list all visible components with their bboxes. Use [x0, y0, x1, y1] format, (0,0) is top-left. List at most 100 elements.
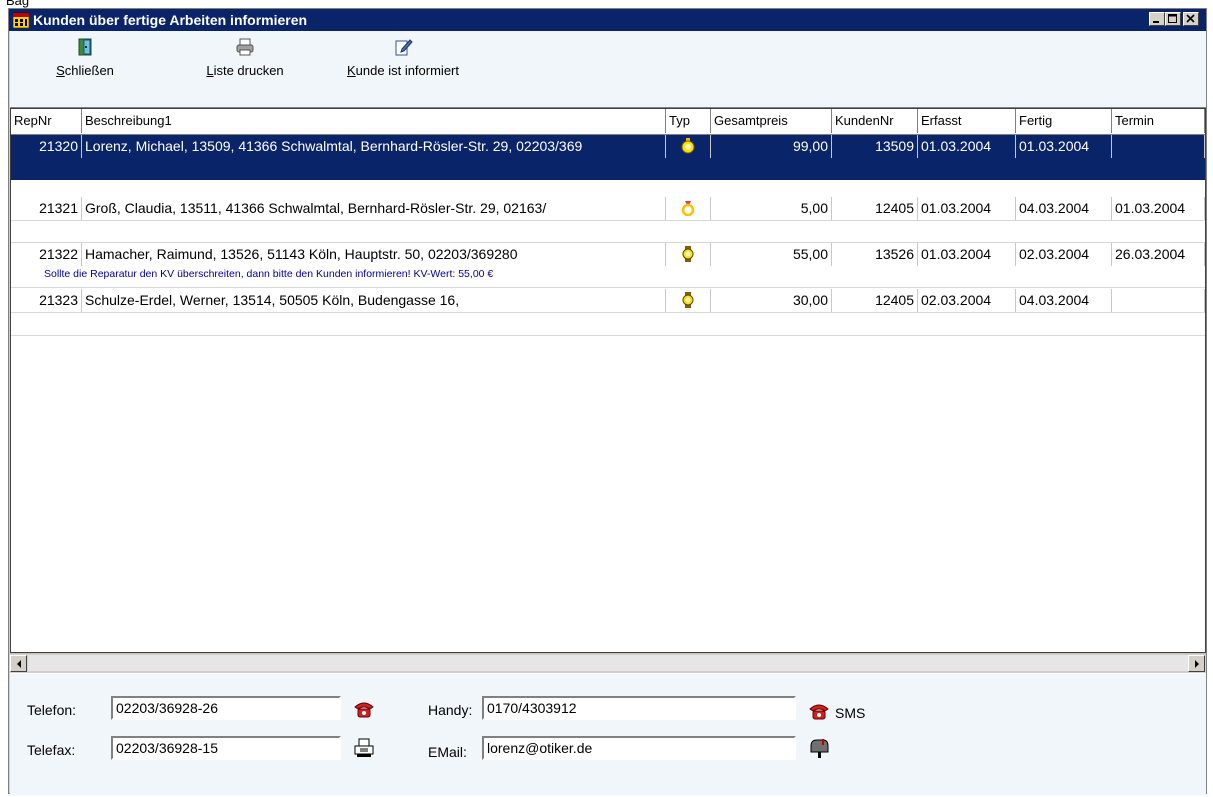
wristwatch-icon: [682, 292, 694, 308]
pocket-watch-icon: [681, 138, 695, 154]
repair-note: Sollte die Reparatur den KV überschreite…: [44, 268, 494, 280]
dialog-window: Kunden über fertige Arbeiten informieren…: [8, 8, 1207, 795]
table-row[interactable]: 21322 Hamacher, Raimund, 13526, 51143 Kö…: [11, 243, 1205, 266]
customer-number-cell: 12405: [832, 289, 918, 312]
column-header[interactable]: Fertig: [1016, 109, 1112, 133]
toolbar: Schließen Liste drucken Kunde ist inform…: [10, 31, 1206, 108]
repnr-cell: 21322: [11, 243, 82, 266]
selection-extension: [11, 158, 1205, 180]
close-icon: [1186, 14, 1195, 23]
email-input[interactable]: [487, 738, 794, 758]
customer-informed-button[interactable]: Kunde ist informiert: [328, 37, 478, 99]
print-list-label: Liste drucken: [206, 63, 284, 78]
wristwatch-icon: [682, 246, 694, 262]
minimize-button[interactable]: [1149, 12, 1165, 26]
description-cell: Schulze-Erdel, Werner, 13514, 50505 Köln…: [82, 289, 666, 312]
description-cell: Lorenz, Michael, 13509, 41366 Schwalmtal…: [82, 135, 666, 158]
phone-icon[interactable]: [353, 699, 375, 719]
row-separator: [11, 287, 1205, 288]
scroll-left-button[interactable]: [10, 655, 27, 672]
created-date-cell: 01.03.2004: [918, 243, 1016, 266]
finished-date-cell: 02.03.2004: [1016, 243, 1112, 266]
mobile-label: Handy:: [428, 702, 473, 718]
print-list-button[interactable]: Liste drucken: [190, 37, 300, 99]
arrow-right-icon: [1195, 660, 1199, 668]
appointment-cell: 01.03.2004: [1112, 197, 1205, 220]
created-date-cell: 01.03.2004: [918, 197, 1016, 220]
customer-number-cell: 13526: [832, 243, 918, 266]
repnr-cell: 21320: [11, 135, 82, 158]
column-header[interactable]: Gesamtpreis: [711, 109, 832, 133]
description-cell: Hamacher, Raimund, 13526, 51143 Köln, Ha…: [82, 243, 666, 266]
repnr-cell: 21323: [11, 289, 82, 312]
close-toolbar-button[interactable]: Schließen: [50, 37, 120, 99]
type-cell: [666, 289, 711, 312]
exit-door-icon: [78, 38, 92, 56]
table-row[interactable]: 21321 Groß, Claudia, 13511, 41366 Schwal…: [11, 197, 1205, 220]
type-cell: [666, 197, 711, 220]
mailbox-icon[interactable]: [808, 738, 830, 758]
row-separator: [11, 220, 1205, 221]
finished-date-cell: 04.03.2004: [1016, 289, 1112, 312]
total-price-cell: 99,00: [711, 135, 832, 158]
repair-table[interactable]: RepNr Beschreibung1 Typ Gesamtpreis Kund…: [10, 108, 1206, 653]
row-separator: [11, 335, 1205, 336]
window-title: Kunden über fertige Arbeiten informieren: [33, 12, 308, 28]
customer-number-cell: 13509: [832, 135, 918, 158]
column-header[interactable]: Beschreibung1: [82, 109, 666, 133]
description-cell: Groß, Claudia, 13511, 41366 Schwalmtal, …: [82, 197, 666, 220]
table-row[interactable]: 21323 Schulze-Erdel, Werner, 13514, 5050…: [11, 289, 1205, 312]
scroll-right-button[interactable]: [1188, 655, 1205, 672]
email-label: EMail:: [428, 744, 467, 760]
notebook-pen-icon: [395, 39, 413, 56]
created-date-cell: 01.03.2004: [918, 135, 1016, 158]
app-calendar-icon: [13, 12, 29, 28]
ring-icon: [681, 201, 695, 217]
finished-date-cell: 01.03.2004: [1016, 135, 1112, 158]
finished-date-cell: 04.03.2004: [1016, 197, 1112, 220]
close-label: Schließen: [56, 63, 114, 78]
mobile-input[interactable]: [487, 698, 794, 718]
column-header[interactable]: Termin: [1112, 109, 1205, 133]
email-field[interactable]: [482, 736, 796, 760]
phone-input[interactable]: [116, 698, 339, 718]
column-header[interactable]: RepNr: [11, 109, 82, 133]
fax-label: Telefax:: [27, 742, 76, 758]
phone-label: Telefon:: [27, 702, 77, 718]
close-button[interactable]: [1183, 12, 1199, 26]
appointment-cell: 26.03.2004: [1112, 243, 1205, 266]
row-separator: [11, 312, 1205, 313]
repnr-cell: 21321: [11, 197, 82, 220]
horizontal-scrollbar[interactable]: [10, 653, 1206, 672]
fax-icon[interactable]: [353, 738, 375, 758]
total-price-cell: 30,00: [711, 289, 832, 312]
column-header[interactable]: KundenNr: [832, 109, 918, 133]
customer-informed-label: Kunde ist informiert: [347, 63, 459, 78]
customer-number-cell: 12405: [832, 197, 918, 220]
type-cell: [666, 243, 711, 266]
mobile-field[interactable]: [482, 696, 796, 720]
total-price-cell: 5,00: [711, 197, 832, 220]
table-row[interactable]: 21320 Lorenz, Michael, 13509, 41366 Schw…: [11, 135, 1205, 158]
column-header[interactable]: Typ: [666, 109, 711, 133]
fax-input[interactable]: [116, 738, 339, 758]
arrow-left-icon: [17, 660, 21, 668]
phone-field[interactable]: [111, 696, 341, 720]
created-date-cell: 02.03.2004: [918, 289, 1016, 312]
contact-panel: Telefon: Telefax: Handy: SMS E: [10, 673, 1206, 795]
maximize-icon: [1168, 14, 1177, 23]
appointment-cell: [1112, 135, 1205, 158]
total-price-cell: 55,00: [711, 243, 832, 266]
maximize-button[interactable]: [1165, 12, 1181, 26]
appointment-cell: [1112, 289, 1205, 312]
column-header[interactable]: Erfasst: [918, 109, 1016, 133]
title-bar: Kunden über fertige Arbeiten informieren: [9, 9, 1206, 31]
minimize-icon: [1153, 21, 1159, 23]
phone-icon[interactable]: [808, 701, 830, 721]
sms-label[interactable]: SMS: [835, 705, 865, 721]
printer-icon: [236, 38, 254, 56]
table-header: RepNr Beschreibung1 Typ Gesamtpreis Kund…: [11, 109, 1205, 135]
scroll-track[interactable]: [28, 655, 1188, 671]
fax-field[interactable]: [111, 736, 341, 760]
type-cell: [666, 135, 711, 158]
